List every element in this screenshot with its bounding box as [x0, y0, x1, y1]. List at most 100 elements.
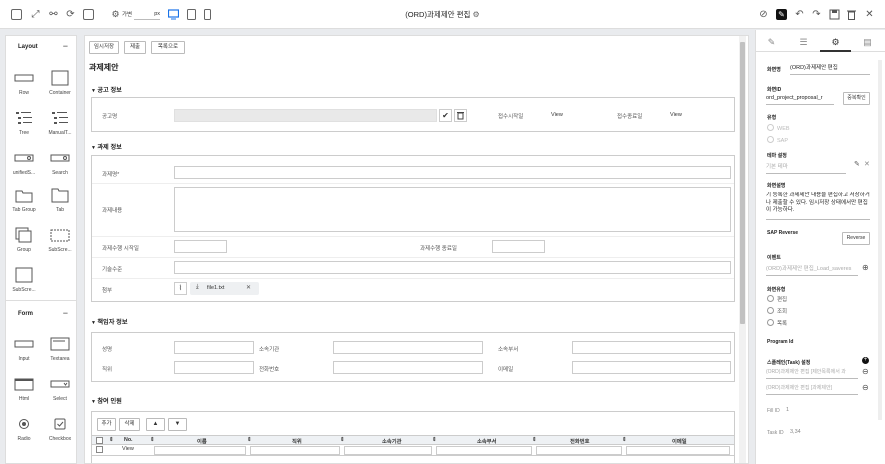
canvas-scrollbar[interactable]	[739, 36, 746, 463]
owner-section-title[interactable]: 책임자 정보	[91, 317, 127, 326]
save-icon[interactable]	[829, 9, 840, 20]
theme-input[interactable]: 기본 테마	[766, 161, 846, 174]
col-position[interactable]: 직위	[292, 437, 302, 445]
screen-type-view-radio[interactable]: 조회	[767, 307, 787, 315]
sort-icon[interactable]: ⇕	[432, 437, 436, 443]
temp-save-button[interactable]: 임시저장	[89, 41, 119, 54]
remove-task-icon[interactable]: ⊖	[862, 367, 869, 376]
back-to-list-button[interactable]: 목록으로	[151, 41, 185, 54]
announcement-input[interactable]	[174, 109, 437, 122]
col-email[interactable]: 이메일	[672, 437, 687, 445]
owner-name-input[interactable]	[174, 341, 254, 354]
delete-row-button[interactable]: 삭제	[119, 418, 140, 431]
event-add-icon[interactable]: ⊕	[862, 263, 869, 272]
sort-icon[interactable]: ⇕	[109, 437, 113, 443]
owner-org-input[interactable]	[333, 341, 483, 354]
task-content-textarea[interactable]	[174, 187, 731, 232]
paperclip-icon[interactable]: ⌇	[174, 282, 187, 295]
reverse-button[interactable]: Reverse	[842, 232, 870, 245]
owner-email-input[interactable]	[572, 361, 731, 374]
cell-position-input[interactable]	[250, 446, 340, 455]
collapse-layout-icon[interactable]: −	[63, 42, 68, 51]
col-no[interactable]: No.	[124, 437, 133, 443]
collapse-form-icon[interactable]: −	[63, 309, 68, 318]
sort-icon[interactable]: ⇕	[532, 437, 536, 443]
title-settings-icon[interactable]: ⚙	[473, 10, 480, 19]
col-name[interactable]: 이름	[197, 437, 207, 445]
component-tab[interactable]: Tab	[42, 187, 76, 213]
task-name-input[interactable]	[174, 166, 731, 179]
component-group[interactable]: Group	[6, 227, 42, 253]
remove-file-icon[interactable]: ✕	[246, 284, 251, 291]
add-row-button[interactable]: 추가	[97, 418, 116, 431]
remove-task-icon[interactable]: ⊖	[862, 383, 869, 392]
confirm-check-icon[interactable]: ✔	[439, 109, 452, 122]
participants-section-title[interactable]: 참여 인원	[91, 396, 122, 405]
trash-icon[interactable]	[454, 109, 467, 122]
cell-email-input[interactable]	[626, 446, 730, 455]
tab-settings[interactable]: ⚙	[820, 32, 851, 52]
component-tree[interactable]: Tree	[6, 110, 42, 136]
component-input[interactable]: Input	[6, 336, 42, 362]
component-row[interactable]: Row	[6, 70, 42, 96]
sort-icon[interactable]: ⇕	[247, 437, 251, 443]
delete-icon[interactable]	[846, 9, 857, 20]
cell-org-input[interactable]	[344, 446, 432, 455]
component-manual-tree[interactable]: ManualT...	[42, 110, 76, 136]
col-org[interactable]: 소속기관	[382, 437, 402, 445]
component-html[interactable]: Html	[6, 376, 42, 402]
add-task-icon[interactable]: +	[862, 357, 869, 364]
edit-mode-icon[interactable]: ✎	[776, 9, 787, 20]
tech-level-input[interactable]	[174, 261, 731, 274]
col-dept[interactable]: 소속부서	[477, 437, 497, 445]
tab-data[interactable]: ▤	[852, 32, 883, 52]
type-sap-radio[interactable]: SAP	[767, 136, 788, 144]
notice-section-title[interactable]: 공고 정보	[91, 85, 122, 94]
task-section-title[interactable]: 과제 정보	[91, 142, 122, 151]
scrollbar-thumb[interactable]	[740, 42, 745, 324]
screen-type-edit-radio[interactable]: 편집	[767, 295, 787, 303]
attached-file-chip[interactable]: ⤓ file1.txt ✕	[190, 282, 259, 295]
component-radio[interactable]: Radio	[6, 416, 42, 442]
move-down-button[interactable]: ▼	[168, 418, 187, 431]
component-subscreen[interactable]: SubScre...	[42, 227, 76, 253]
undo-icon[interactable]: ↶	[794, 9, 805, 20]
component-container[interactable]: Container	[42, 70, 76, 96]
col-phone[interactable]: 전화번호	[570, 437, 590, 445]
screen-name-input[interactable]: (ORD)과제제안 편집	[790, 62, 870, 75]
component-subscreen-2[interactable]: SubScre...	[6, 267, 42, 293]
clear-theme-icon[interactable]: ✕	[864, 160, 870, 168]
task-end-date-input[interactable]	[492, 240, 545, 253]
task-item-1[interactable]: (ORD)과제제안 편집 [제안목록에서 과	[766, 366, 858, 379]
cell-phone-input[interactable]	[536, 446, 622, 455]
close-icon[interactable]: ✕	[864, 9, 875, 20]
cell-dept-input[interactable]	[436, 446, 532, 455]
cell-name-input[interactable]	[154, 446, 246, 455]
tab-style[interactable]: ✎	[756, 32, 787, 52]
component-checkbox[interactable]: Checkbox	[42, 416, 76, 442]
move-up-button[interactable]: ▲	[146, 418, 165, 431]
component-textarea[interactable]: Textarea	[42, 336, 76, 362]
component-search[interactable]: Search	[42, 150, 76, 176]
component-unified-search[interactable]: unifiedS...	[6, 150, 42, 176]
event-input[interactable]: (ORD)과제제안 편집_Load_saveres	[766, 263, 858, 276]
dup-check-button[interactable]: 중복확인	[843, 92, 870, 105]
component-select[interactable]: Select	[42, 376, 76, 402]
sort-icon[interactable]: ⇕	[150, 437, 154, 443]
row-checkbox[interactable]	[96, 446, 103, 455]
submit-button[interactable]: 제출	[124, 41, 146, 54]
download-icon[interactable]: ⤓	[196, 284, 199, 291]
owner-position-input[interactable]	[174, 361, 254, 374]
owner-phone-input[interactable]	[333, 361, 483, 374]
task-item-2[interactable]: (ORD)과제제안 편집 [과제제안]	[766, 382, 858, 395]
sort-icon[interactable]: ⇕	[340, 437, 344, 443]
sort-icon[interactable]: ⇕	[622, 437, 626, 443]
hide-icon[interactable]: ⊘	[758, 9, 769, 20]
screen-id-input[interactable]: ord_project_proposal_r	[766, 92, 834, 105]
tab-list[interactable]: ☰	[788, 32, 819, 52]
component-tab-group[interactable]: Tab Group	[6, 187, 42, 213]
edit-theme-icon[interactable]: ✎	[854, 160, 860, 168]
description-textarea[interactable]: 기 등록한 과제제안 내용을 편집하고 저장하거나 제출할 수 있다. 임시저장…	[766, 192, 870, 220]
task-start-date-input[interactable]	[174, 240, 227, 253]
redo-icon[interactable]: ↷	[811, 9, 822, 20]
